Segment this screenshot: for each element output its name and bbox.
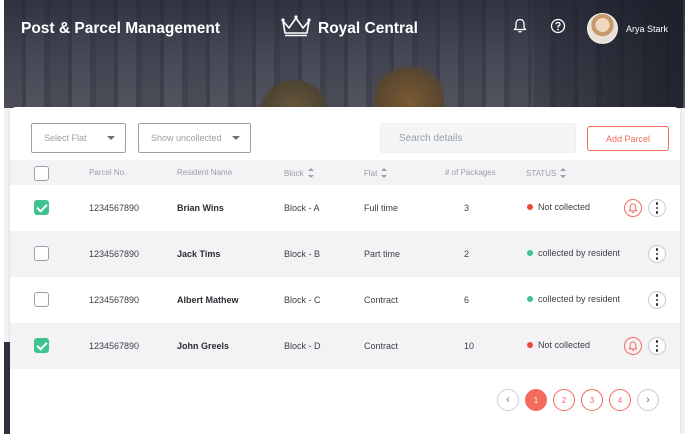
app-title: Post & Parcel Management [21,20,220,37]
block-value: Block - D [284,341,321,351]
column-header-packages: # of Packages [445,168,496,177]
brand-name: Royal Central [318,19,418,37]
sort-icon [307,168,314,178]
more-vertical-icon [655,294,659,297]
help-icon[interactable] [548,16,568,36]
status-text: collected by resident [538,294,621,304]
package-count: 10 [464,341,475,351]
page-2-button[interactable]: 2 [553,389,575,411]
page-3-button[interactable]: 3 [581,389,603,411]
prev-page-button[interactable]: ‹ [497,389,519,411]
select-flat-value: Select Flat [44,133,87,143]
package-count: 3 [464,203,470,213]
page-1-button[interactable]: 1 [525,389,547,411]
status-dot [527,296,533,302]
status-text: Not collected [538,202,591,212]
row-checkbox[interactable] [34,338,49,353]
next-page-button[interactable]: › [637,389,659,411]
status-filter-dropdown[interactable]: Show uncollected [138,123,251,153]
page-4-button[interactable]: 4 [609,389,631,411]
notifications-bell-icon[interactable] [510,16,530,36]
notify-bell-button[interactable] [624,337,642,355]
resident-name: Jack Tims [177,249,221,259]
status-badge: collected by resident [527,294,620,304]
column-header-parcel: Parcel No. [89,168,127,177]
row-checkbox[interactable] [34,200,49,215]
flat-value: Full time [364,203,399,213]
parcel-number: 1234567890 [89,295,140,305]
avatar[interactable] [587,13,618,44]
user-name[interactable]: Arya Stark [626,24,668,34]
status-badge: Not collected [527,340,590,350]
row-more-options-button[interactable] [648,245,666,263]
flat-value: Contract [364,341,399,351]
bell-icon [628,203,638,214]
status-dot [527,250,533,256]
pagination: ‹ 1 2 3 4 › [497,389,659,411]
crown-icon [280,15,312,42]
status-badge: Not collected [527,202,590,212]
sort-icon [560,168,567,178]
status-dot [527,342,533,348]
block-value: Block - C [284,295,321,305]
column-header-status[interactable]: STATUS [526,168,567,178]
select-flat-dropdown[interactable]: Select Flat [31,123,126,153]
status-text: Not collected [538,340,591,350]
flat-value: Part time [364,249,401,259]
chevron-down-icon [107,136,115,140]
parcel-number: 1234567890 [89,341,140,351]
more-vertical-icon [655,202,659,205]
notify-bell-button[interactable] [624,199,642,217]
resident-name: Albert Mathew [177,295,239,305]
more-vertical-icon [655,248,659,251]
status-filter-value: Show uncollected [151,133,222,143]
chevron-down-icon [232,136,240,140]
resident-name: Brian Wins [177,203,224,213]
resident-name: John Greels [177,341,230,351]
search-input[interactable]: Search details [380,123,576,153]
parcel-number: 1234567890 [89,203,140,213]
select-all-checkbox[interactable] [34,166,49,181]
row-more-options-button[interactable] [648,199,666,217]
flat-value: Contract [364,295,399,305]
column-header-block[interactable]: Block [284,168,314,178]
package-count: 2 [464,249,470,259]
bell-icon [628,341,638,352]
parcel-number: 1234567890 [89,249,140,259]
status-badge: collected by resident [527,248,620,258]
row-more-options-button[interactable] [648,291,666,309]
add-parcel-button[interactable]: Add Parcel [587,126,669,151]
column-header-flat[interactable]: Flat [364,168,388,178]
sort-icon [381,168,388,178]
row-more-options-button[interactable] [648,337,666,355]
status-dot [527,204,533,210]
row-checkbox[interactable] [34,246,49,261]
row-checkbox[interactable] [34,292,49,307]
block-value: Block - B [284,249,321,259]
search-placeholder: Search details [399,132,463,144]
status-text: collected by resident [538,248,621,258]
block-value: Block - A [284,203,320,213]
package-count: 6 [464,295,470,305]
column-header-resident: Resident Name [177,168,233,177]
brand-logo[interactable]: Royal Central [280,15,418,42]
more-vertical-icon [655,340,659,343]
